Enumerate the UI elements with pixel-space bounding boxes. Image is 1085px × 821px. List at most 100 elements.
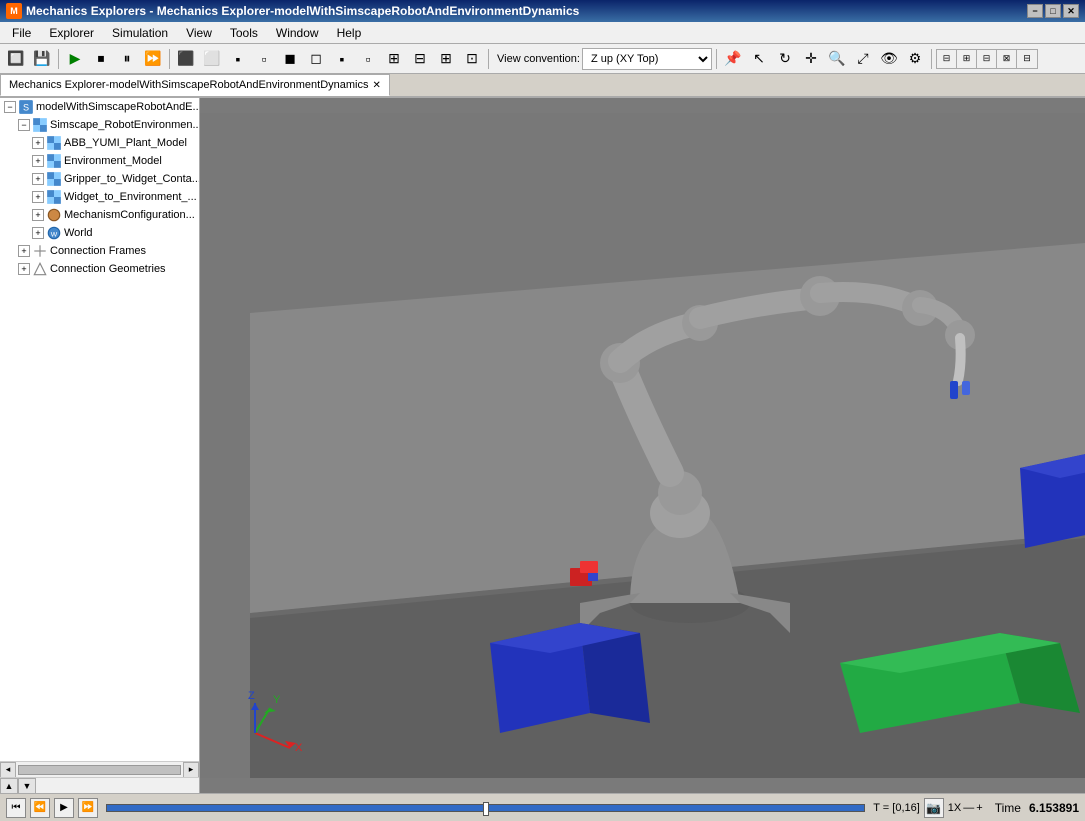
tree-item-world[interactable]: + W World — [0, 224, 199, 242]
env-icon — [46, 153, 62, 169]
toolbar-grid1[interactable]: ⊞ — [382, 47, 406, 71]
nav-up[interactable]: ▲ — [0, 778, 18, 793]
main-toolbar: 🔲 💾 ▶ ⏹ ⏸ ⏩ ⬛ ⬜ ▪ ▫ ◼ ◻ ▪ ▫ ⊞ ⊟ ⊞ ⊡ View… — [0, 44, 1085, 74]
toolbar-cube5[interactable]: ◼ — [278, 47, 302, 71]
toolbar-zoom[interactable]: 🔍 — [825, 47, 849, 71]
layout-2[interactable]: ⊞ — [957, 50, 977, 68]
step-fwd-button[interactable]: ⏩ — [78, 798, 98, 818]
view-convention-select[interactable]: Z up (XY Top) — [582, 48, 712, 70]
expand-connframes[interactable]: + — [18, 245, 30, 257]
snapshot-button[interactable]: 📷 — [924, 798, 944, 818]
toolbar-fast[interactable]: ⏩ — [141, 47, 165, 71]
toolbar-cursor[interactable]: ↖ — [747, 47, 771, 71]
tree-item-root[interactable]: − S modelWithSimscapeRobotAndE... — [0, 98, 199, 116]
sidebar: − S modelWithSimscapeRobotAndE... − Sims… — [0, 98, 200, 793]
expand-simscape[interactable]: − — [18, 119, 30, 131]
app-icon: M — [6, 3, 22, 19]
tree-item-mech[interactable]: + MechanismConfiguration... — [0, 206, 199, 224]
menu-window[interactable]: Window — [268, 24, 327, 42]
toolbar-cube1[interactable]: ⬛ — [174, 47, 198, 71]
menu-file[interactable]: File — [4, 24, 39, 42]
layout-1[interactable]: ⊟ — [937, 50, 957, 68]
toolbar-stop[interactable]: ⏹ — [89, 47, 113, 71]
window-title: Mechanics Explorers - Mechanics Explorer… — [26, 4, 579, 18]
toolbar-btn-2[interactable]: 💾 — [30, 47, 54, 71]
toolbar-fit[interactable]: ⤢ — [851, 47, 875, 71]
tree-item-env[interactable]: + Environment_Model — [0, 152, 199, 170]
play-button[interactable]: ▶ — [54, 798, 74, 818]
tree-item-simscape[interactable]: − Simscape_RobotEnvironmen... — [0, 116, 199, 134]
h-scroll-thumb[interactable] — [18, 765, 181, 775]
toolbar-cube4[interactable]: ▫ — [252, 47, 276, 71]
layout-5[interactable]: ⊟ — [1017, 50, 1037, 68]
toolbar-sep-2 — [169, 49, 170, 69]
toolbar-cube8[interactable]: ▫ — [356, 47, 380, 71]
toolbar-cube2[interactable]: ⬜ — [200, 47, 224, 71]
expand-widget[interactable]: + — [32, 191, 44, 203]
layout-3[interactable]: ⊟ — [977, 50, 997, 68]
toolbar-btn-1[interactable]: 🔲 — [4, 47, 28, 71]
conngeom-icon — [32, 261, 48, 277]
expand-root[interactable]: − — [4, 101, 16, 113]
toolbar-pause[interactable]: ⏸ — [115, 47, 139, 71]
speed-decrease[interactable]: — — [963, 802, 974, 814]
scroll-right[interactable]: ▸ — [183, 762, 199, 778]
speed-increase[interactable]: + — [976, 802, 982, 814]
tree-item-gripper[interactable]: + Gripper_to_Widget_Conta... — [0, 170, 199, 188]
close-button[interactable]: ✕ — [1063, 4, 1079, 18]
main-tab[interactable]: Mechanics Explorer-modelWithSimscapeRobo… — [0, 74, 390, 96]
title-bar: M Mechanics Explorers - Mechanics Explor… — [0, 0, 1085, 22]
menu-simulation[interactable]: Simulation — [104, 24, 176, 42]
toolbar-cube3[interactable]: ▪ — [226, 47, 250, 71]
menu-view[interactable]: View — [178, 24, 220, 42]
toolbar-cube7[interactable]: ▪ — [330, 47, 354, 71]
timeline-slider[interactable] — [106, 804, 865, 812]
expand-world[interactable]: + — [32, 227, 44, 239]
rewind-button[interactable]: ⏮ — [6, 798, 26, 818]
step-back-button[interactable]: ⏪ — [30, 798, 50, 818]
toolbar-pin[interactable]: 📌 — [721, 47, 745, 71]
layout-4[interactable]: ⊠ — [997, 50, 1017, 68]
menu-tools[interactable]: Tools — [222, 24, 266, 42]
tree-item-abb[interactable]: + ABB_YUMI_Plant_Model — [0, 134, 199, 152]
expand-gripper[interactable]: + — [32, 173, 44, 185]
speed-label: 1X — [948, 802, 961, 814]
tree-label-env: Environment_Model — [64, 155, 162, 167]
timeline-thumb[interactable] — [483, 802, 489, 816]
toolbar-grid4[interactable]: ⊡ — [460, 47, 484, 71]
toolbar-pan[interactable]: ✛ — [799, 47, 823, 71]
toolbar-play[interactable]: ▶ — [63, 47, 87, 71]
toolbar-rot[interactable]: ↻ — [773, 47, 797, 71]
toolbar-sep-1 — [58, 49, 59, 69]
3d-viewport[interactable]: X Y Z — [200, 98, 1085, 793]
tree-label-mech: MechanismConfiguration... — [64, 209, 195, 221]
expand-conngeom[interactable]: + — [18, 263, 30, 275]
nav-down[interactable]: ▼ — [18, 778, 36, 793]
tree-item-widget[interactable]: + Widget_to_Environment_... — [0, 188, 199, 206]
expand-mech[interactable]: + — [32, 209, 44, 221]
svg-text:W: W — [51, 231, 58, 238]
playback-bar: ⏮ ⏪ ▶ ⏩ T = [0,16] 📷 1X — + Time 6.15389… — [0, 793, 1085, 821]
menu-explorer[interactable]: Explorer — [41, 24, 102, 42]
tab-close-button[interactable]: ✕ — [372, 80, 380, 91]
scroll-left[interactable]: ◂ — [0, 762, 16, 778]
minimize-button[interactable]: − — [1027, 4, 1043, 18]
restore-button[interactable]: □ — [1045, 4, 1061, 18]
menu-help[interactable]: Help — [329, 24, 370, 42]
tree-item-conngeom[interactable]: + Connection Geometries — [0, 260, 199, 278]
toolbar-cube6[interactable]: ◻ — [304, 47, 328, 71]
svg-text:Y: Y — [273, 694, 281, 706]
tree-item-connframes[interactable]: + Connection Frames — [0, 242, 199, 260]
sidebar-nav-buttons: ▲ ▼ — [0, 777, 199, 793]
tree-label-gripper: Gripper_to_Widget_Conta... — [64, 173, 200, 185]
speed-control: 1X — + — [948, 802, 983, 814]
toolbar-grid2[interactable]: ⊟ — [408, 47, 432, 71]
widget-icon — [46, 189, 62, 205]
expand-abb[interactable]: + — [32, 137, 44, 149]
toolbar-sep-3 — [488, 49, 489, 69]
toolbar-view3d[interactable]: 👁 — [877, 47, 901, 71]
toolbar-extra[interactable]: ⚙ — [903, 47, 927, 71]
expand-env[interactable]: + — [32, 155, 44, 167]
toolbar-grid3[interactable]: ⊞ — [434, 47, 458, 71]
h-scrollbar[interactable]: ◂ ▸ — [0, 761, 199, 777]
